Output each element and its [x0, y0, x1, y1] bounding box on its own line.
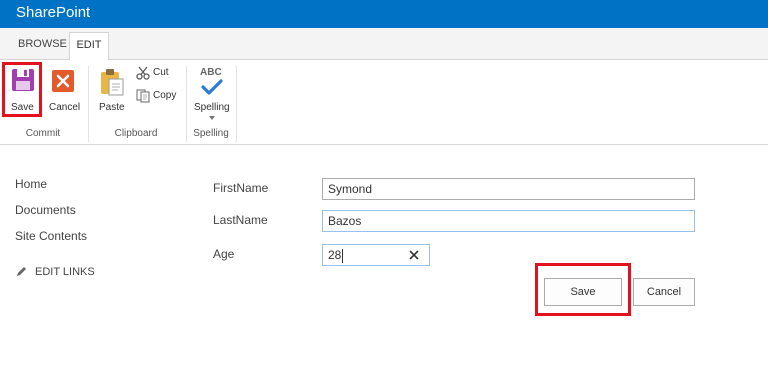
- ribbon-separator: [186, 66, 187, 142]
- form-cancel-button[interactable]: Cancel: [633, 278, 695, 306]
- text-cursor: [342, 248, 344, 263]
- nav-item-documents[interactable]: Documents: [15, 203, 76, 217]
- commit-group-label: Commit: [25, 128, 61, 139]
- dropdown-arrow-icon: [209, 116, 215, 120]
- edit-links[interactable]: EDIT LINKS: [16, 266, 106, 280]
- cut-label: Cut: [153, 67, 169, 78]
- ribbon-spelling-button[interactable]: ABC Spelling: [191, 64, 233, 124]
- ribbon-cancel-button[interactable]: Cancel: [46, 64, 82, 118]
- ribbon-separator: [88, 66, 89, 142]
- last-name-label: LastName: [213, 213, 268, 227]
- abc-text: ABC: [200, 67, 222, 78]
- cancel-icon: [52, 70, 74, 92]
- ribbon-cut-button[interactable]: Cut: [136, 64, 180, 82]
- tab-edit[interactable]: EDIT: [69, 32, 109, 60]
- save-highlight-box: [2, 62, 42, 117]
- checkmark-icon: [201, 79, 223, 95]
- age-label: Age: [213, 247, 235, 261]
- clear-icon[interactable]: [409, 250, 419, 260]
- scissors-icon: [136, 66, 150, 80]
- age-value: 28: [328, 248, 342, 262]
- nav-item-home[interactable]: Home: [15, 177, 47, 191]
- paste-label: Paste: [99, 102, 125, 113]
- edit-links-label: EDIT LINKS: [35, 266, 95, 278]
- ribbon-copy-button[interactable]: Copy: [136, 87, 180, 105]
- last-name-field[interactable]: Bazos: [322, 210, 695, 232]
- suite-bar: SharePoint: [0, 0, 768, 28]
- spelling-label: Spelling: [194, 102, 230, 113]
- tab-browse[interactable]: BROWSE: [18, 38, 67, 50]
- ribbon-tab-bar: BROWSE EDIT: [0, 28, 768, 60]
- age-field[interactable]: 28: [322, 244, 430, 266]
- ribbon: Save Cancel Commit Paste Cut Copy Clipbo…: [0, 60, 768, 145]
- spelling-group-label: Spelling: [193, 128, 229, 139]
- paste-icon: [101, 69, 124, 96]
- nav-item-site-contents[interactable]: Site Contents: [15, 229, 87, 243]
- ribbon-paste-button[interactable]: Paste: [95, 64, 129, 118]
- form-save-button[interactable]: Save: [544, 278, 622, 306]
- copy-icon: [136, 89, 150, 103]
- first-name-field[interactable]: Symond: [322, 178, 695, 200]
- clipboard-group-label: Clipboard: [114, 128, 158, 139]
- first-name-label: FirstName: [213, 181, 269, 195]
- cancel-label: Cancel: [49, 102, 81, 113]
- copy-label: Copy: [153, 90, 177, 101]
- pencil-icon: [17, 267, 26, 276]
- ribbon-separator: [236, 66, 237, 142]
- app-title[interactable]: SharePoint: [16, 4, 90, 21]
